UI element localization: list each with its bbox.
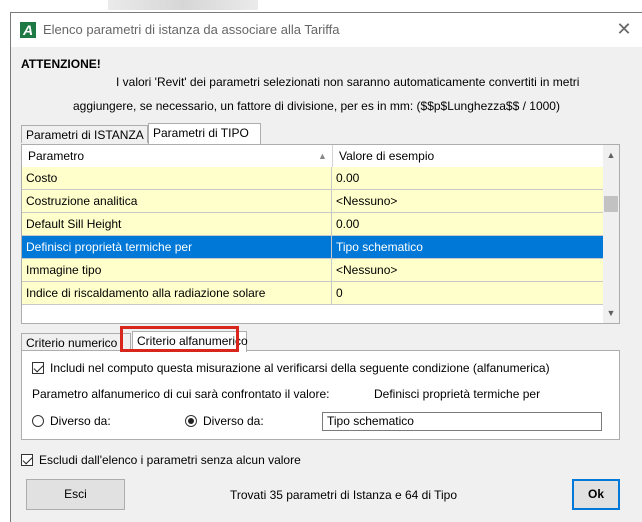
exclude-empty-checkbox[interactable] [21,454,33,466]
compare-value-input[interactable]: Tipo schematico [322,412,602,431]
exit-button[interactable]: Esci [26,479,125,510]
cell-valore: <Nessuno> [336,263,398,277]
exclude-empty-label: Escludi dall'elenco i parametri senza al… [39,453,301,467]
app-logo-icon: A [20,22,36,38]
criteria-tab-strip: Criterio numerico Criterio alfanumerico [21,328,321,352]
scroll-thumb[interactable] [604,196,618,212]
parameter-grid: Parametro ▲ Valore di esempio Costo 0.00 C… [22,145,604,323]
background-strip [0,0,642,12]
sort-up-icon: ▲ [318,151,327,161]
radio-diverso-2-label: Diverso da: [203,414,264,428]
column-header-valore[interactable]: Valore di esempio [332,145,604,167]
background-blur [108,0,258,10]
tab-criterio-alfanumerico[interactable]: Criterio alfanumerico [132,331,248,352]
tab-criterio-numerico[interactable]: Criterio numerico [21,333,131,351]
table-row[interactable]: Immagine tipo <Nessuno> [22,259,604,282]
cell-parametro: Costo [22,167,332,189]
window-title: Elenco parametri di istanza da associare… [43,22,340,37]
cell-parametro: Costruzione analitica [22,190,332,212]
radio-diverso-1[interactable] [32,415,44,427]
cell-valore: 0.00 [336,217,360,231]
cell-parametro: Immagine tipo [22,259,332,281]
title-bar: A Elenco parametri di istanza da associa… [11,13,642,47]
radio-diverso-2[interactable] [185,415,197,427]
table-row[interactable]: Costruzione analitica <Nessuno> [22,190,604,213]
warning-title: ATTENZIONE! [21,57,101,71]
cell-valore: Tipo schematico [336,240,423,254]
scroll-down-icon[interactable]: ▼ [603,305,619,321]
table-row[interactable]: Default Sill Height 0.00 [22,213,604,236]
table-row[interactable]: Costo 0.00 [22,167,604,190]
grid-header: Parametro ▲ Valore di esempio [22,145,604,168]
cell-valore: 0.00 [336,171,360,185]
tab-parametri-istanza[interactable]: Parametri di ISTANZA [21,125,148,143]
param-label: Parametro alfanumerico di cui sarà confr… [32,387,330,401]
param-tab-strip: Parametri di ISTANZA Parametri di TIPO [21,123,421,145]
parameter-grid-panel: Parametro ▲ Valore di esempio Costo 0.00 C… [21,144,620,324]
dialog-window: A Elenco parametri di istanza da associa… [10,12,642,522]
table-row[interactable]: Indice di riscaldamento alla radiazione … [22,282,604,305]
cell-parametro: Indice di riscaldamento alla radiazione … [22,282,332,304]
close-icon[interactable]: ✕ [612,17,636,41]
radio-diverso-1-label: Diverso da: [50,414,111,428]
cell-parametro: Default Sill Height [22,213,332,235]
scroll-up-icon[interactable]: ▲ [603,147,619,163]
include-label: Includi nel computo questa misurazione a… [50,361,550,375]
warning-line-2: aggiungere, se necessario, un fattore di… [73,99,560,113]
ok-button[interactable]: Ok [572,479,620,510]
include-checkbox[interactable] [32,362,44,374]
tab-parametri-tipo[interactable]: Parametri di TIPO [148,123,261,144]
status-text: Trovati 35 parametri di Istanza e 64 di … [230,488,458,502]
warning-line-1: I valori 'Revit' dei parametri seleziona… [116,75,580,89]
cell-valore: <Nessuno> [336,194,398,208]
column-header-parametro[interactable]: Parametro [22,145,332,167]
cell-parametro: Definisci proprietà termiche per [22,236,332,258]
grid-vertical-scrollbar[interactable]: ▲ ▼ [603,145,619,323]
criteria-panel: Includi nel computo questa misurazione a… [21,350,620,440]
table-row[interactable]: Definisci proprietà termiche per Tipo sch… [22,236,604,259]
cell-valore: 0 [336,286,343,300]
param-value: Definisci proprietà termiche per [374,387,541,401]
